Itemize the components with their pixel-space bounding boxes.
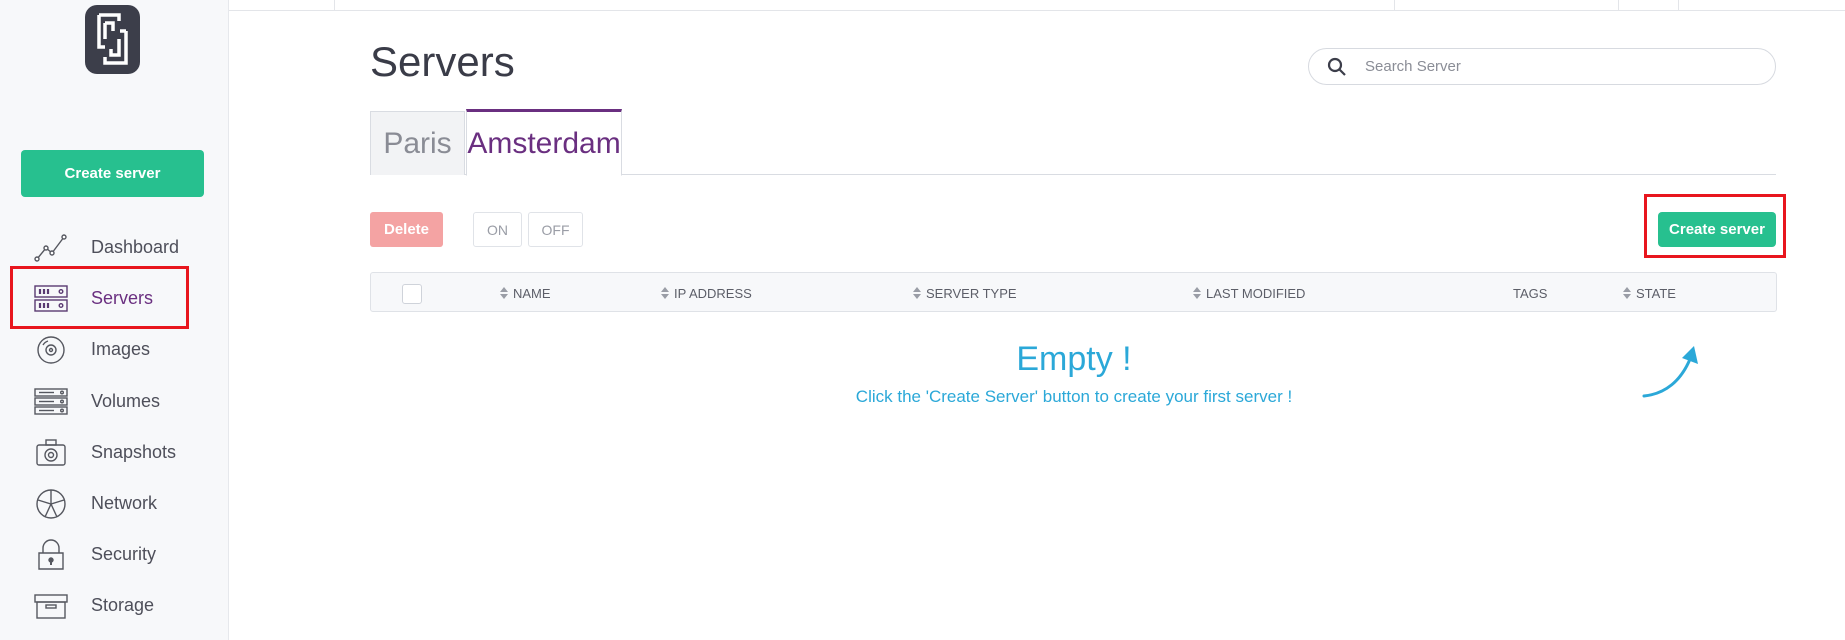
arrow-icon <box>1642 346 1698 398</box>
column-header-tags: TAGS <box>1513 273 1547 313</box>
column-header-server-type[interactable]: SERVER TYPE <box>913 273 1017 313</box>
tab-amsterdam[interactable]: Amsterdam <box>466 109 622 176</box>
column-header-ip-address[interactable]: IP ADDRESS <box>661 273 752 313</box>
sidebar-item-label: Security <box>91 544 157 565</box>
sidebar-item-images[interactable]: Images <box>0 324 229 375</box>
top-bar-divider <box>1618 0 1619 11</box>
empty-state-message: Click the 'Create Server' button to crea… <box>855 387 1293 406</box>
column-header-label: SERVER TYPE <box>926 285 1017 301</box>
column-header-label: LAST MODIFIED <box>1206 285 1306 301</box>
top-bar-divider <box>334 0 335 11</box>
column-header-label: IP ADDRESS <box>674 285 752 301</box>
column-header-label: STATE <box>1636 285 1676 301</box>
on-button[interactable]: ON <box>473 212 522 247</box>
sort-icon <box>913 287 921 299</box>
table-header: NAME IP ADDRESS SERVER TYPE LAST MODIFIE… <box>370 272 1777 312</box>
sidebar-item-label: Storage <box>91 595 155 616</box>
top-bar-divider <box>1678 0 1679 11</box>
sidebar-item-security[interactable]: Security <box>0 529 229 580</box>
brand-logo-icon[interactable] <box>85 5 140 74</box>
sidebar-item-label: Dashboard <box>91 237 180 258</box>
sidebar-item-label: Network <box>91 493 158 514</box>
off-button[interactable]: OFF <box>528 212 583 247</box>
empty-state-title: Empty ! <box>1016 340 1132 378</box>
top-bar <box>229 0 1845 11</box>
search-input[interactable] <box>1365 58 1745 75</box>
camera-icon <box>33 437 69 469</box>
sidebar-item-storage[interactable]: Storage <box>0 580 229 631</box>
sidebar-item-label: Snapshots <box>91 441 177 462</box>
sort-icon <box>661 287 669 299</box>
sort-icon <box>1193 287 1201 299</box>
lock-icon <box>33 539 69 571</box>
column-header-label: NAME <box>513 285 551 301</box>
sidebar-create-server-button[interactable]: Create server <box>21 150 204 197</box>
box-icon <box>33 590 69 622</box>
sidebar-item-snapshots[interactable]: Snapshots <box>0 427 229 478</box>
disc-icon <box>33 334 69 366</box>
top-bar-divider <box>1394 0 1395 11</box>
sidebar-item-network[interactable]: Network <box>0 478 229 529</box>
column-header-state[interactable]: STATE <box>1623 273 1676 313</box>
page-title: Servers <box>370 38 515 85</box>
sort-icon <box>1623 287 1631 299</box>
delete-button[interactable]: Delete <box>370 212 443 247</box>
servers-highlight-box <box>10 266 189 329</box>
column-header-label: TAGS <box>1513 285 1548 301</box>
sidebar-item-volumes[interactable]: Volumes <box>0 376 229 427</box>
sidebar-item-label: Volumes <box>91 390 161 411</box>
region-tabs: Paris Amsterdam <box>370 109 1776 176</box>
network-icon <box>33 488 69 520</box>
volumes-icon <box>33 386 69 418</box>
sidebar-item-label: Images <box>91 339 151 360</box>
search-box[interactable] <box>1308 48 1776 85</box>
column-header-last-modified[interactable]: LAST MODIFIED <box>1193 273 1305 313</box>
column-header-name[interactable]: NAME <box>500 273 551 313</box>
search-icon <box>1327 57 1347 77</box>
create-server-button[interactable]: Create server <box>1658 212 1776 247</box>
tab-paris[interactable]: Paris <box>370 111 465 175</box>
sort-icon <box>500 287 508 299</box>
chart-line-icon <box>33 232 69 264</box>
select-all-checkbox[interactable] <box>402 284 422 304</box>
